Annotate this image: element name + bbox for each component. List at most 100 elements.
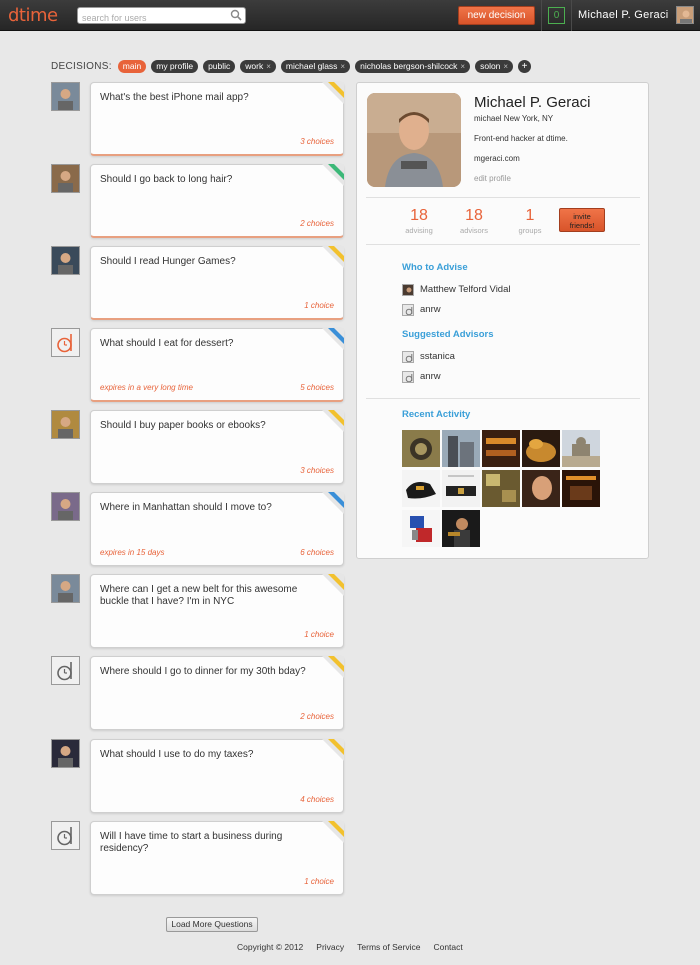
- contact-link[interactable]: Contact: [433, 942, 462, 952]
- new-decision-button[interactable]: new decision: [458, 6, 535, 25]
- search-icon[interactable]: [230, 9, 242, 21]
- question-card[interactable]: What should I use to do my taxes? 4 choic…: [90, 739, 344, 813]
- top-bar: dtime new decision 0 Michael P. Geraci: [0, 0, 700, 31]
- remove-tag-icon[interactable]: ×: [340, 62, 345, 71]
- privacy-link[interactable]: Privacy: [316, 942, 344, 952]
- remove-tag-icon[interactable]: ×: [503, 62, 508, 71]
- activity-thumbnail[interactable]: [442, 430, 480, 467]
- tag-public[interactable]: public: [203, 60, 236, 73]
- activity-thumbnail[interactable]: [522, 430, 560, 467]
- load-more-button[interactable]: Load More Questions: [166, 917, 258, 932]
- search-box: [77, 7, 246, 26]
- question-item: Will I have time to start a business dur…: [51, 821, 344, 895]
- avatar[interactable]: [51, 82, 80, 111]
- profile-website-link[interactable]: mgeraci.com: [474, 154, 520, 163]
- question-text: Should I buy paper books or ebooks?: [100, 420, 266, 431]
- tag-my-profile[interactable]: my profile: [151, 60, 199, 73]
- suggested-advisor-item[interactable]: anrw: [402, 370, 441, 383]
- question-card[interactable]: Where should I go to dinner for my 30th …: [90, 656, 344, 730]
- category-corner-ribbon-icon: [322, 164, 344, 186]
- tag-work[interactable]: work ×: [240, 60, 276, 73]
- question-card[interactable]: Should I buy paper books or ebooks? 3 cho…: [90, 410, 344, 484]
- profile-bio: Front-end hacker at dtime.: [474, 134, 568, 143]
- divider: [541, 0, 542, 31]
- dtime-avatar-icon[interactable]: [51, 821, 80, 850]
- profile-name: Michael P. Geraci: [474, 94, 591, 111]
- notification-count[interactable]: 0: [548, 7, 565, 24]
- question-item: Should I go back to long hair? 2 choices: [51, 164, 344, 238]
- choices-count: 6 choices: [300, 548, 334, 557]
- dtime-avatar-icon[interactable]: [51, 656, 80, 685]
- avatar: [402, 283, 414, 296]
- expiry-text: expires in 15 days: [100, 548, 165, 557]
- question-card[interactable]: Should I read Hunger Games? 1 choice: [90, 246, 344, 320]
- person-name: Matthew Telford Vidal: [420, 284, 511, 295]
- avatar[interactable]: [51, 410, 80, 439]
- activity-thumbnail[interactable]: [402, 470, 440, 507]
- search-input[interactable]: [78, 10, 228, 26]
- who-to-advise-item[interactable]: Matthew Telford Vidal: [402, 283, 510, 296]
- who-to-advise-item[interactable]: anrw: [402, 303, 441, 316]
- question-item: What's the best iPhone mail app? 3 choice…: [51, 82, 344, 156]
- terms-link[interactable]: Terms of Service: [357, 942, 420, 952]
- activity-thumbnail[interactable]: [442, 510, 480, 547]
- stat-value: 18: [465, 207, 483, 224]
- category-corner-ribbon-icon: [322, 410, 344, 432]
- question-card[interactable]: Where can I get a new belt for this awes…: [90, 574, 344, 648]
- activity-thumbnail[interactable]: [402, 510, 440, 547]
- user-avatar[interactable]: [676, 6, 694, 24]
- stat-value: 18: [410, 207, 428, 224]
- activity-thumbnail[interactable]: [442, 470, 480, 507]
- invite-friends-button[interactable]: invite friends!: [559, 208, 605, 232]
- user-menu-name[interactable]: Michael P. Geraci: [578, 9, 669, 21]
- dtime-avatar-icon: [402, 350, 414, 363]
- stat-advising[interactable]: 18 advising: [402, 207, 436, 235]
- activity-thumbnail[interactable]: [562, 430, 600, 467]
- tag-michael-glass[interactable]: michael glass ×: [280, 60, 351, 73]
- question-text: What's the best iPhone mail app?: [100, 92, 249, 103]
- avatar[interactable]: [51, 246, 80, 275]
- question-card[interactable]: Where in Manhattan should I move to? expi…: [90, 492, 344, 566]
- edit-profile-link[interactable]: edit profile: [474, 174, 511, 183]
- stat-advisors[interactable]: 18 advisors: [457, 207, 491, 235]
- category-corner-ribbon-icon: [322, 492, 344, 514]
- add-tag-button[interactable]: +: [518, 60, 532, 73]
- tag-solon[interactable]: solon ×: [475, 60, 514, 73]
- question-card[interactable]: Should I go back to long hair? 2 choices: [90, 164, 344, 238]
- avatar[interactable]: [51, 739, 80, 768]
- remove-tag-icon[interactable]: ×: [266, 62, 271, 71]
- question-text: Where in Manhattan should I move to?: [100, 502, 272, 513]
- stat-value: 1: [525, 207, 535, 224]
- footer: Copyright © 2012 Privacy Terms of Servic…: [237, 942, 476, 952]
- remove-tag-icon[interactable]: ×: [460, 62, 465, 71]
- activity-thumbnail[interactable]: [562, 470, 600, 507]
- tag-label: work: [245, 61, 264, 71]
- tag-label: main: [122, 61, 142, 71]
- activity-thumbnail[interactable]: [522, 470, 560, 507]
- tag-main[interactable]: main: [117, 60, 147, 73]
- who-to-advise-title: Who to Advise: [402, 262, 468, 273]
- activity-thumbnail[interactable]: [482, 430, 520, 467]
- choices-count: 3 choices: [300, 466, 334, 475]
- avatar[interactable]: [51, 164, 80, 193]
- dtime-logo[interactable]: dtime: [8, 5, 58, 26]
- divider: [571, 0, 572, 31]
- activity-thumbnail[interactable]: [402, 430, 440, 467]
- activity-thumbnail[interactable]: [482, 470, 520, 507]
- dtime-avatar-icon[interactable]: [51, 328, 80, 357]
- question-card[interactable]: What should I eat for dessert? expires in…: [90, 328, 344, 402]
- stat-label: advising: [405, 226, 433, 235]
- avatar[interactable]: [51, 492, 80, 521]
- question-card[interactable]: What's the best iPhone mail app? 3 choice…: [90, 82, 344, 156]
- stat-groups[interactable]: 1 groups: [515, 207, 545, 235]
- question-text: What should I use to do my taxes?: [100, 749, 254, 760]
- question-card[interactable]: Will I have time to start a business dur…: [90, 821, 344, 895]
- suggested-advisor-item[interactable]: sstanica: [402, 350, 455, 363]
- divider: [366, 244, 640, 245]
- choices-count: 1 choice: [304, 630, 334, 639]
- question-item: Where can I get a new belt for this awes…: [51, 574, 344, 648]
- avatar[interactable]: [51, 574, 80, 603]
- stat-label: advisors: [460, 226, 488, 235]
- dtime-avatar-icon: [402, 303, 414, 316]
- tag-nicholas-bergson-shilcock[interactable]: nicholas bergson-shilcock ×: [355, 60, 471, 73]
